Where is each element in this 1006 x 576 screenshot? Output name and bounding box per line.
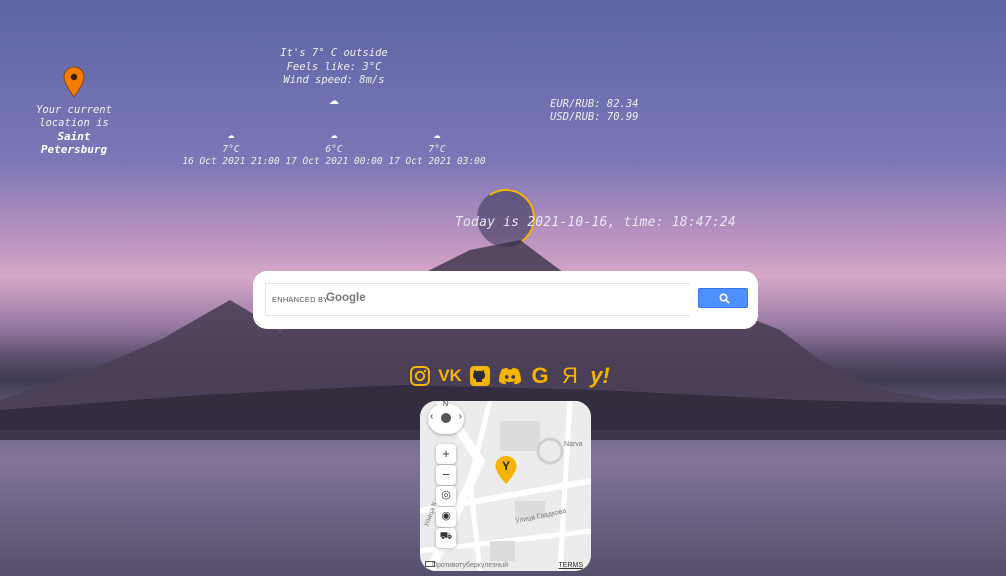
map-terms-link[interactable]: TERMS (559, 562, 584, 569)
route-button[interactable]: ⛟ (436, 528, 456, 548)
social-links: VK G Я y! (408, 363, 612, 389)
exchange-rates: EUR/RUB: 82.34 USD/RUB: 70.99 (550, 98, 639, 124)
layers-button[interactable]: ◉ (436, 507, 456, 527)
google-icon[interactable]: G (528, 363, 552, 388)
city-name-2: Petersburg (40, 143, 108, 156)
chevron-left-icon: ‹ (430, 411, 434, 422)
weather-outside: It's 7° C outside (280, 47, 388, 59)
map-pin-icon (63, 66, 85, 98)
cloud-icon: ☁ (227, 127, 235, 141)
forecast-temp: 6°C (325, 144, 343, 155)
search-box: ENHANCED BY Google (253, 271, 758, 329)
map-logo-icon (425, 561, 435, 567)
forecast-item: ☁ 7°C 16 Oct 2021 21:00 (181, 128, 281, 168)
cloud-icon: ☁ (329, 88, 339, 108)
yandex-icon[interactable]: Я (558, 363, 582, 388)
yandex-glyph: Я (562, 363, 578, 388)
google-glyph: G (531, 363, 549, 388)
search-icon (719, 293, 730, 304)
marker-label: Y (501, 459, 510, 473)
search-input[interactable]: ENHANCED BY Google (265, 283, 690, 316)
zoom-out-button[interactable]: − (436, 465, 456, 485)
cloud-icon: ☁ (330, 127, 338, 141)
location-panel: Your current location is Saint Petersbur… (28, 66, 120, 156)
city-name-1: Saint (57, 130, 91, 143)
enhanced-by-label: ENHANCED BY (272, 295, 329, 304)
cloud-icon: ☁ (433, 127, 441, 141)
zoom-in-button[interactable]: + (436, 444, 456, 464)
zoom-out-label: − (442, 467, 450, 482)
github-icon[interactable] (468, 364, 492, 388)
forecast-temp: 7°C (222, 144, 240, 155)
forecast-time: 17 Oct 2021 03:00 (388, 156, 486, 167)
search-button[interactable] (698, 288, 748, 308)
map-compass[interactable]: N ‹ › (428, 401, 464, 434)
forecast-time: 16 Oct 2021 21:00 (182, 156, 280, 167)
rate-usd: USD/RUB: 70.99 (550, 111, 639, 123)
map-street-label: Narva (564, 441, 583, 448)
weather-feels-like: Feels like: 3°C (286, 60, 382, 73)
vk-icon[interactable]: VK (438, 364, 462, 388)
map-marker[interactable]: Y (494, 455, 518, 485)
weather-wind: Wind speed: 8m/s (283, 74, 385, 86)
chevron-right-icon: › (458, 411, 462, 422)
location-label-1: Your current (36, 104, 112, 116)
yahoo-glyph: y! (590, 363, 610, 388)
google-logo: Google (326, 292, 366, 304)
compass-north-label: N (443, 401, 449, 408)
instagram-icon[interactable] (408, 364, 432, 388)
discord-icon[interactable] (498, 364, 522, 388)
compass-icon (441, 413, 451, 423)
map-widget[interactable]: N ‹ › + − ◎ ◉ ⛟ Narva Улица Гладкова Ули… (420, 401, 591, 571)
map-street-label: Противотуберкулезный (432, 562, 509, 569)
geolocation-button[interactable]: ◎ (436, 486, 456, 506)
forecast-item: ☁ 7°C 17 Oct 2021 03:00 (387, 128, 487, 168)
date-time: Today is 2021-10-16, time: 18:47:24 (455, 215, 736, 230)
vk-glyph: VK (438, 366, 462, 385)
forecast-time: 17 Oct 2021 00:00 (285, 156, 383, 167)
yahoo-icon[interactable]: y! (588, 363, 612, 388)
rate-eur: EUR/RUB: 82.34 (550, 98, 639, 110)
zoom-in-label: + (442, 446, 450, 461)
forecast-item: ☁ 6°C 17 Oct 2021 00:00 (284, 128, 384, 168)
forecast-temp: 7°C (428, 144, 446, 155)
location-label-2: location is (39, 117, 109, 129)
current-weather: It's 7° C outside Feels like: 3°C Wind s… (266, 47, 402, 108)
